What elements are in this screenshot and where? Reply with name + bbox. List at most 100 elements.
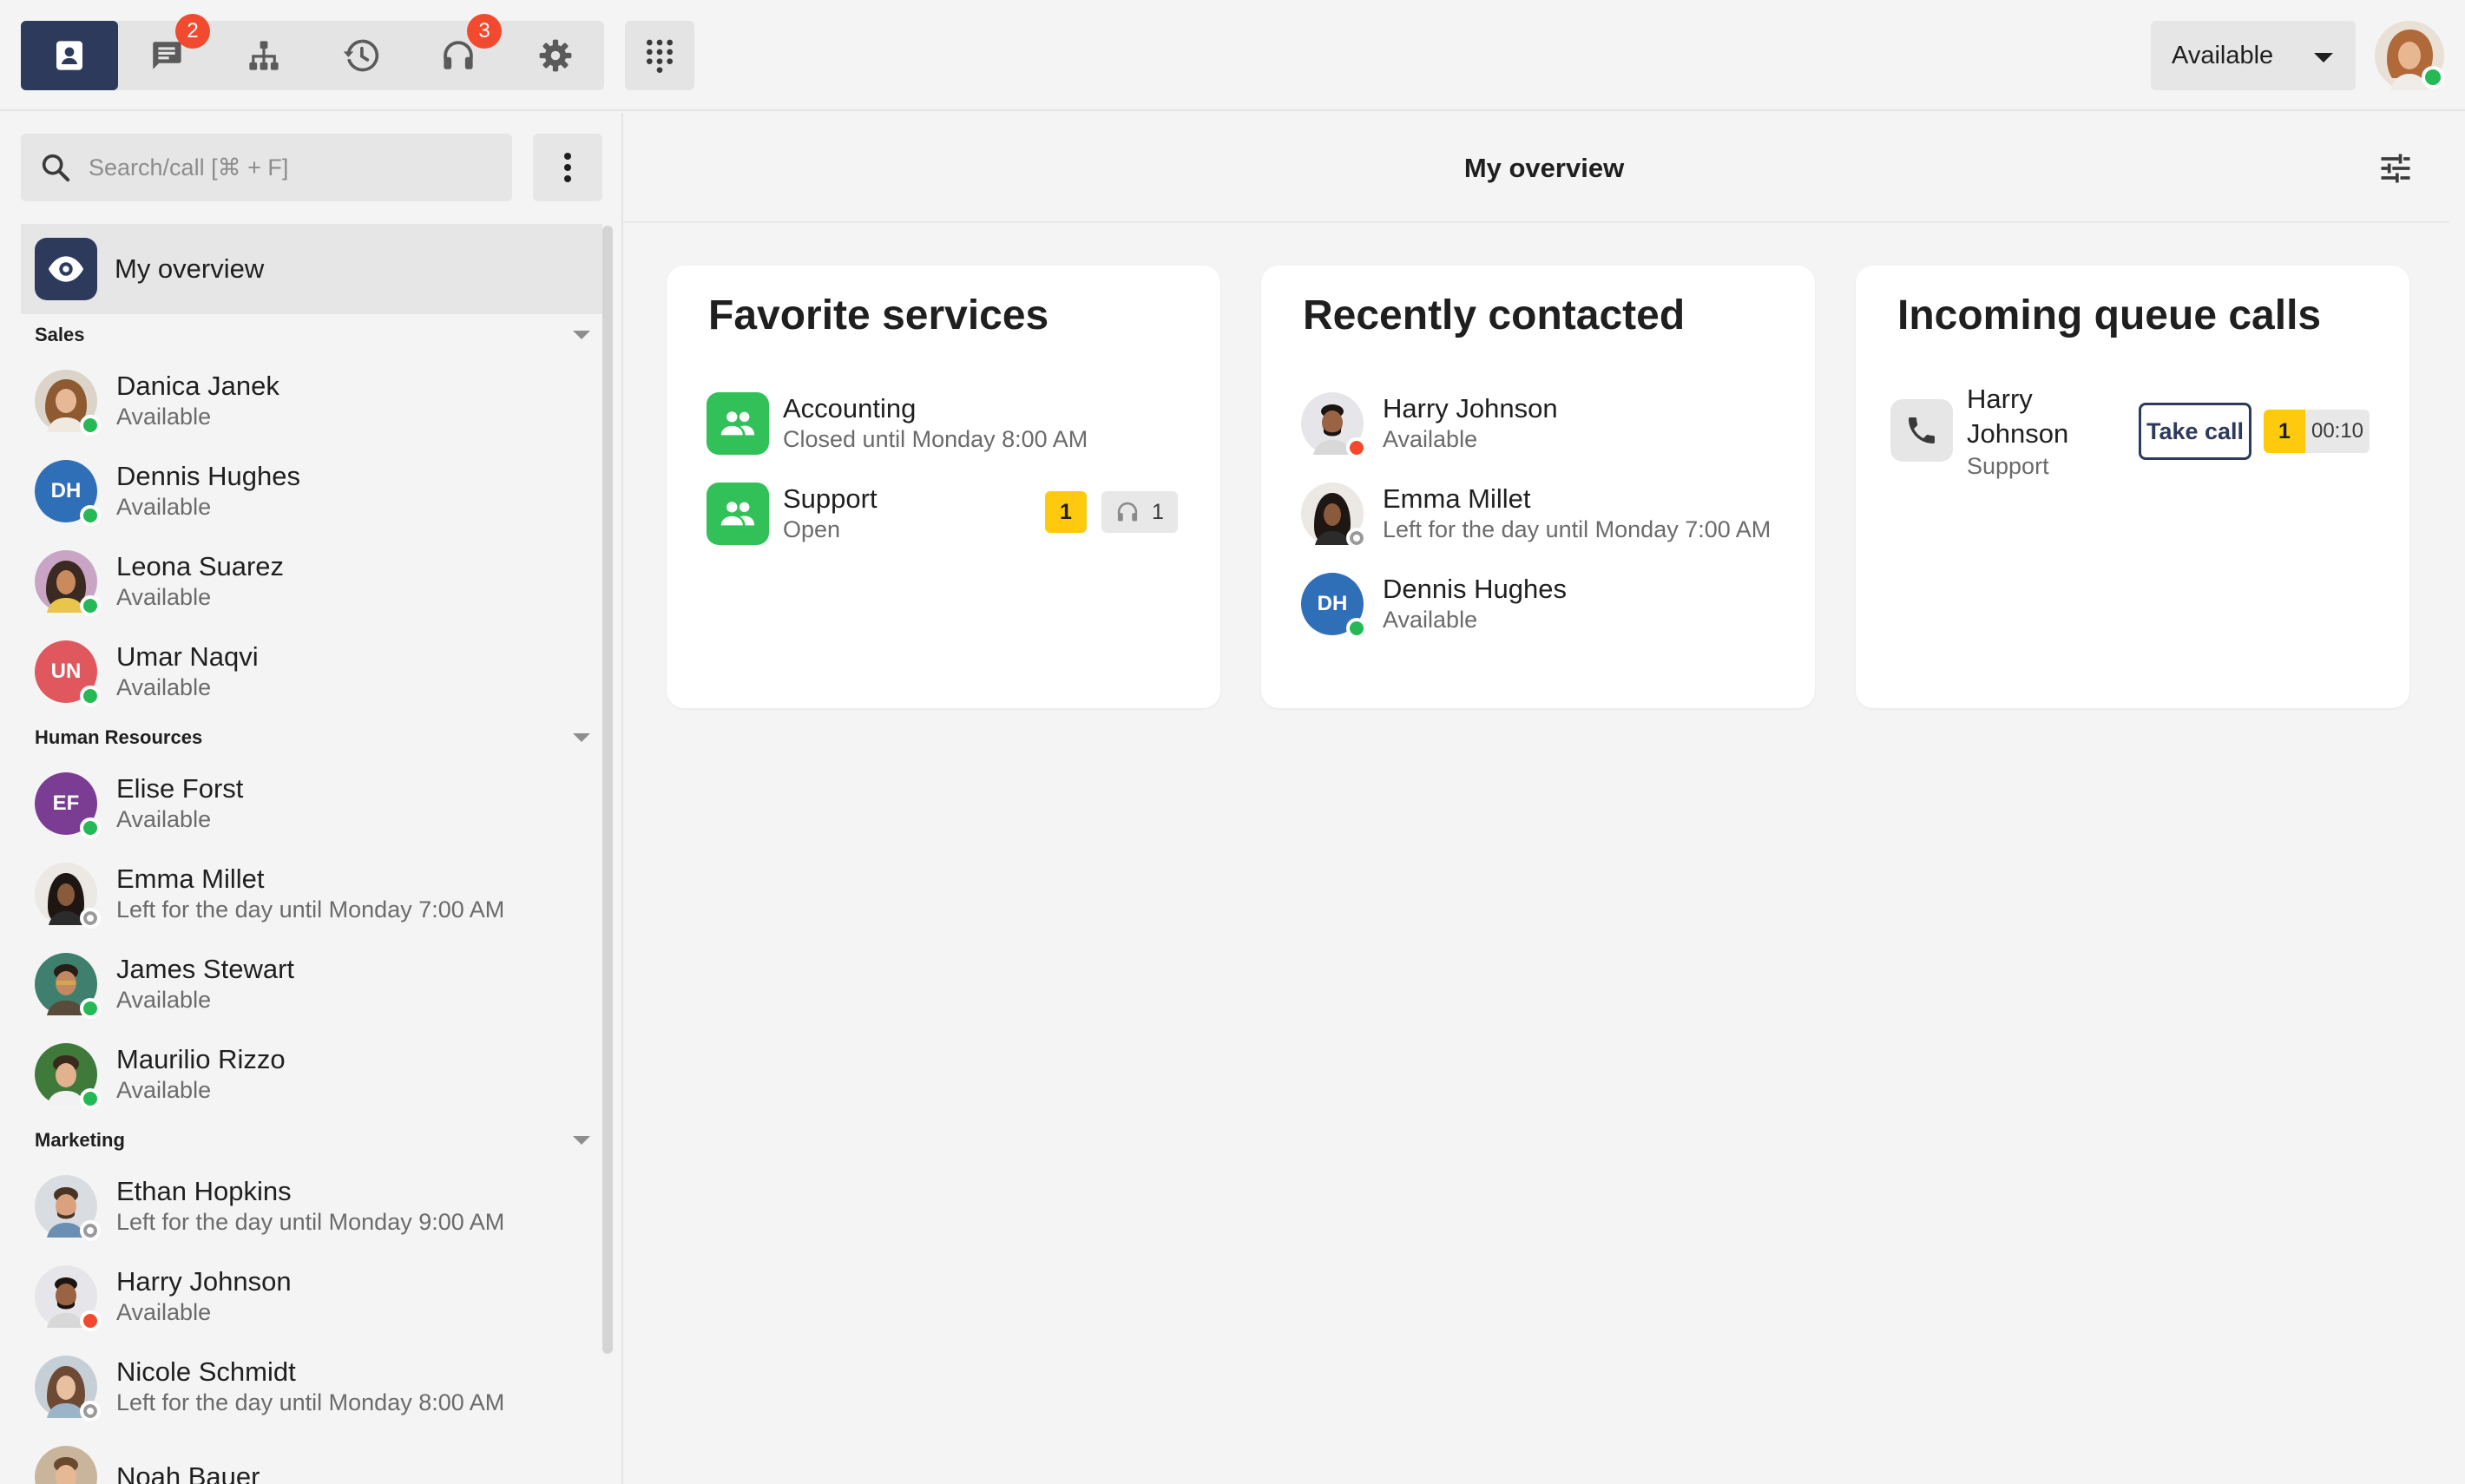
phone-icon <box>1890 399 1953 462</box>
gear-icon <box>539 39 572 72</box>
contact-status: Left for the day until Monday 7:00 AM <box>1383 516 1770 542</box>
presence-dot <box>1346 618 1367 639</box>
contact-name: Dennis Hughes <box>1383 574 1567 604</box>
presence-dot <box>80 1088 101 1109</box>
dialpad-button[interactable] <box>625 21 694 90</box>
contact-name: Leona Suarez <box>116 551 285 581</box>
status-dropdown[interactable]: Available <box>2151 21 2356 90</box>
presence-dot <box>80 595 101 616</box>
contact-status: Available <box>116 1077 212 1103</box>
group-header-marketing[interactable]: Marketing <box>35 1123 590 1158</box>
collapse-icon <box>573 733 590 742</box>
contact-status: Left for the day until Monday 7:00 AM <box>116 896 505 923</box>
avatar: UN <box>35 640 101 706</box>
presence-dot <box>80 686 101 706</box>
contact-name: Danica Janek <box>116 371 279 401</box>
contact-name: Dennis Hughes <box>116 461 300 491</box>
recent-contact-row[interactable]: Emma Millet Left for the day until Monda… <box>1301 479 1770 548</box>
sidebar-more-button[interactable] <box>533 134 602 201</box>
nav-settings-button[interactable] <box>507 21 604 90</box>
recently-contacted-card: Recently contacted Harry Johnson Availab… <box>1261 266 1815 708</box>
profile-avatar-button[interactable] <box>2375 21 2444 90</box>
org-chart-icon <box>249 41 279 70</box>
page-title: My overview <box>1463 153 1625 183</box>
contact-row[interactable]: Ethan Hopkins Left for the day until Mon… <box>21 1161 594 1251</box>
presence-dot <box>80 505 101 526</box>
nav-org-chart-button[interactable] <box>215 21 312 90</box>
contact-name: Nicole Schmidt <box>116 1356 296 1387</box>
contact-row[interactable]: Nicole Schmidt Left for the day until Mo… <box>21 1342 594 1432</box>
group-header-sales[interactable]: Sales <box>35 318 590 352</box>
avatar <box>35 1175 101 1241</box>
recent-contact-row[interactable]: Harry Johnson Available <box>1301 389 1787 458</box>
contact-row[interactable]: UN Umar Naqvi Available <box>21 627 594 717</box>
contact-status: Available <box>1383 426 1478 452</box>
contact-name: Ethan Hopkins <box>116 1176 292 1206</box>
contact-row[interactable]: Maurilio Rizzo Available <box>21 1029 594 1120</box>
nav-contacts-button[interactable] <box>21 21 118 90</box>
history-icon <box>343 39 379 72</box>
header-divider <box>623 221 2449 223</box>
group-title: Sales <box>35 324 85 345</box>
presence-dot <box>1346 528 1367 548</box>
card-title: Favorite services <box>708 292 1049 338</box>
customize-button[interactable] <box>2376 149 2415 187</box>
profile-presence-dot <box>2422 66 2444 89</box>
contact-row[interactable]: Noah Bauer <box>21 1432 594 1484</box>
sidebar-scrollbar[interactable] <box>602 226 613 1354</box>
contact-status: Available <box>116 806 212 832</box>
contact-row[interactable]: Harry Johnson Available <box>21 1251 594 1342</box>
presence-dot <box>80 908 101 929</box>
contact-row[interactable]: Leona Suarez Available <box>21 536 594 627</box>
contact-row[interactable]: DH Dennis Hughes Available <box>21 446 594 536</box>
card-title: Incoming queue calls <box>1897 292 2322 338</box>
contact-row[interactable]: Emma Millet Left for the day until Monda… <box>21 849 594 939</box>
service-row[interactable]: Accounting Closed until Monday 8:00 AM <box>707 389 1193 458</box>
contact-name: Elise Forst <box>116 773 244 804</box>
recent-contact-row[interactable]: DH Dennis Hughes Available <box>1301 569 1787 639</box>
favorite-services-card: Favorite services Accounting Closed unti… <box>667 266 1220 708</box>
caller-info: Harry Johnson Support <box>1967 382 2068 481</box>
search-input[interactable] <box>87 153 507 182</box>
avatar <box>35 1043 101 1109</box>
service-name: Accounting <box>783 393 917 424</box>
presence-dot <box>80 1401 101 1422</box>
collapse-icon <box>573 1136 590 1145</box>
service-status: Open <box>783 516 841 542</box>
nav-history-button[interactable] <box>312 21 410 90</box>
avatar <box>35 550 101 616</box>
contact-status: Available <box>116 674 212 700</box>
contact-status: Available <box>116 404 212 430</box>
presence-dot <box>80 818 101 838</box>
collapse-icon <box>573 331 590 339</box>
avatar <box>35 370 101 436</box>
contact-status: Available <box>116 494 212 520</box>
group-header-human-resources[interactable]: Human Resources <box>35 720 590 755</box>
contact-row[interactable]: EF Elise Forst Available <box>21 758 594 849</box>
sidebar-item-label: My overview <box>115 253 265 284</box>
status-selected-value: Available <box>2172 41 2274 69</box>
wait-time-badge: 00:10 <box>2305 410 2370 453</box>
contact-name: Harry Johnson <box>116 1266 292 1297</box>
waiting-calls-badge: 1 <box>1045 491 1087 533</box>
contact-status: Left for the day until Monday 9:00 AM <box>116 1209 505 1235</box>
queue-position-badge: 1 <box>2264 410 2305 453</box>
search-box[interactable] <box>21 134 512 201</box>
contact-status: Available <box>1383 607 1478 633</box>
contact-row[interactable]: James Stewart Available <box>21 939 594 1029</box>
queue-call-row: Harry Johnson Support Take call 1 00:10 <box>1890 378 2394 483</box>
chevron-down-icon <box>2314 53 2333 62</box>
avatar: DH <box>1301 573 1367 639</box>
contact-status: Left for the day until Monday 8:00 AM <box>116 1389 505 1415</box>
avatar <box>35 1265 101 1331</box>
sidebar-item-my-overview[interactable]: My overview <box>21 224 602 314</box>
contact-name: Harry Johnson <box>1383 393 1558 424</box>
contact-status: Available <box>116 987 212 1013</box>
group-icon <box>707 483 769 545</box>
presence-dot <box>1346 437 1367 458</box>
avatar <box>35 953 101 1019</box>
take-call-button[interactable]: Take call <box>2139 403 2251 460</box>
avatar: EF <box>35 772 101 838</box>
chat-unread-badge: 2 <box>175 14 210 49</box>
contact-row[interactable]: Danica Janek Available <box>21 356 594 446</box>
